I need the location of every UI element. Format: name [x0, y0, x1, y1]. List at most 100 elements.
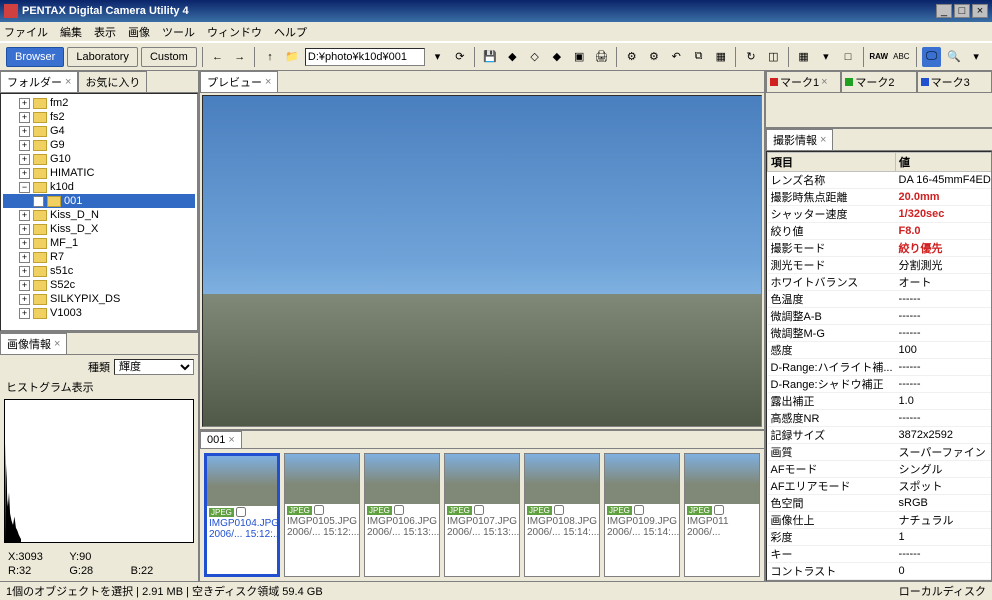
close-icon[interactable]: ×	[54, 338, 60, 350]
menu-tool[interactable]: ツール	[162, 24, 195, 40]
table-row[interactable]: 色空間sRGB	[768, 495, 992, 512]
menu-file[interactable]: ファイル	[4, 24, 48, 40]
nav-back-icon[interactable]: ←	[208, 47, 227, 67]
folder-item[interactable]: +Kiss_D_X	[3, 222, 195, 236]
stack-icon[interactable]: ▣	[570, 47, 589, 67]
table-row[interactable]: 撮影時焦点距離20.0mm	[768, 189, 992, 206]
gear2-icon[interactable]: ⚙	[644, 47, 663, 67]
mode-browser[interactable]: Browser	[6, 47, 64, 67]
print-icon[interactable]: 🖨	[592, 47, 611, 67]
folder-item[interactable]: +G10	[3, 152, 195, 166]
monitor-icon[interactable]: 🖵	[922, 47, 941, 67]
table-row[interactable]: AFモードシングル	[768, 461, 992, 478]
thumb-checkbox[interactable]	[314, 505, 324, 515]
save-icon[interactable]: 💾	[480, 47, 499, 67]
table-row[interactable]: D-Range:ハイライト補...------	[768, 359, 992, 376]
close-icon[interactable]: ×	[820, 134, 826, 146]
close-icon[interactable]: ×	[265, 76, 271, 88]
nav-forward-icon[interactable]: →	[230, 47, 249, 67]
folder-icon[interactable]: 📁	[283, 47, 302, 67]
table-row[interactable]: ホワイトバランスオート	[768, 274, 992, 291]
info-table[interactable]: 項目値 レンズ名称DA 16-45mmF4ED AL撮影時焦点距離20.0mmシ…	[766, 151, 992, 581]
table-row[interactable]: 微調整A-B------	[768, 308, 992, 325]
folder-item[interactable]: +SILKYPIX_DS	[3, 292, 195, 306]
expand-icon[interactable]: +	[19, 98, 30, 109]
preview-image[interactable]	[202, 95, 762, 427]
table-row[interactable]: 高感度NR------	[768, 410, 992, 427]
expand-icon[interactable]: +	[19, 126, 30, 137]
col-value[interactable]: 値	[896, 153, 992, 172]
zoom-dd-icon[interactable]: ▾	[967, 47, 986, 67]
expand-icon[interactable]: +	[19, 238, 30, 249]
expand-icon[interactable]: +	[19, 308, 30, 319]
col-item[interactable]: 項目	[768, 153, 896, 172]
table-row[interactable]: キー------	[768, 546, 992, 563]
tab-mark3[interactable]: マーク3	[917, 71, 992, 92]
tab-favorites[interactable]: お気に入り	[78, 71, 147, 92]
folder-item[interactable]: +R7	[3, 250, 195, 264]
folder-item[interactable]: +s51c	[3, 264, 195, 278]
menu-edit[interactable]: 編集	[60, 24, 82, 40]
menu-help[interactable]: ヘルプ	[274, 24, 307, 40]
folder-item[interactable]: +fs2	[3, 110, 195, 124]
tab-shoot-info[interactable]: 撮影情報×	[766, 129, 833, 150]
mode-custom[interactable]: Custom	[141, 47, 197, 67]
thumb-checkbox[interactable]	[236, 507, 246, 517]
close-icon[interactable]: ×	[821, 76, 827, 88]
thumbnail[interactable]: JPEGIMGP0105.JPG2006/... 15:12:...	[284, 453, 360, 577]
table-row[interactable]: 画像仕上ナチュラル	[768, 512, 992, 529]
folder-item[interactable]: −k10d	[3, 180, 195, 194]
path-dropdown-icon[interactable]: ▾	[428, 47, 447, 67]
thumb-checkbox[interactable]	[394, 505, 404, 515]
expand-icon[interactable]: +	[19, 224, 30, 235]
close-icon[interactable]: ×	[65, 76, 71, 88]
tab-preview[interactable]: プレビュー×	[200, 71, 278, 92]
expand-icon[interactable]: +	[19, 294, 30, 305]
thumbnail[interactable]: JPEGIMGP0104.JPG2006/... 15:12:...	[204, 453, 280, 577]
tab-thumbs[interactable]: 001×	[200, 431, 242, 448]
table-row[interactable]: シャッター速度1/320sec	[768, 206, 992, 223]
table-row[interactable]: 感度100	[768, 342, 992, 359]
folder-item[interactable]: +V1003	[3, 306, 195, 320]
minimize-button[interactable]: _	[936, 4, 952, 18]
table-row[interactable]: 画質スーパーファイン	[768, 444, 992, 461]
table-row[interactable]: D-Range:シャドウ補正------	[768, 376, 992, 393]
thumbnail-row[interactable]: JPEGIMGP0104.JPG2006/... 15:12:...JPEGIM…	[200, 449, 764, 581]
expand-icon[interactable]: +	[19, 168, 30, 179]
table-row[interactable]: 測光モード分割測光	[768, 257, 992, 274]
expand-icon[interactable]: +	[19, 140, 30, 151]
thumb-checkbox[interactable]	[714, 505, 724, 515]
rotate-icon[interactable]: ↻	[741, 47, 760, 67]
menu-image[interactable]: 画像	[128, 24, 150, 40]
refresh-icon[interactable]: ⟳	[450, 47, 469, 67]
expand-icon[interactable]: −	[19, 182, 30, 193]
table-row[interactable]: 記録サイズ3872x2592	[768, 427, 992, 444]
thumbnail[interactable]: JPEGIMGP0109.JPG2006/... 15:14:...	[604, 453, 680, 577]
table-row[interactable]: 露出補正1.0	[768, 393, 992, 410]
thumbnail[interactable]: JPEGIMGP0107.JPG2006/... 15:13:...	[444, 453, 520, 577]
tool1-icon[interactable]: ▦	[711, 47, 730, 67]
expand-icon[interactable]: +	[19, 266, 30, 277]
mode-laboratory[interactable]: Laboratory	[67, 47, 138, 67]
grid-icon[interactable]: ▦	[794, 47, 813, 67]
table-row[interactable]: コントラスト0	[768, 563, 992, 580]
menu-window[interactable]: ウィンドウ	[207, 24, 262, 40]
folder-item[interactable]: +Kiss_D_N	[3, 208, 195, 222]
tab-mark1[interactable]: マーク1×	[766, 71, 841, 92]
single-icon[interactable]: □	[838, 47, 857, 67]
expand-icon[interactable]: +	[19, 112, 30, 123]
folder-item[interactable]: +fm2	[3, 96, 195, 110]
folder-item[interactable]: +G4	[3, 124, 195, 138]
folder-item[interactable]: +MF_1	[3, 236, 195, 250]
crop-icon[interactable]: ◫	[764, 47, 783, 67]
table-row[interactable]: 彩度1	[768, 529, 992, 546]
expand-icon[interactable]: +	[19, 210, 30, 221]
diamond-icon[interactable]: ◆	[503, 47, 522, 67]
table-row[interactable]: 微調整M-G------	[768, 325, 992, 342]
folder-item[interactable]: +S52c	[3, 278, 195, 292]
path-input[interactable]	[305, 48, 425, 66]
close-button[interactable]: ×	[972, 4, 988, 18]
gear-icon[interactable]: ⚙	[622, 47, 641, 67]
grid-dd-icon[interactable]: ▾	[816, 47, 835, 67]
thumbnail[interactable]: JPEGIMGP0108.JPG2006/... 15:14:...	[524, 453, 600, 577]
